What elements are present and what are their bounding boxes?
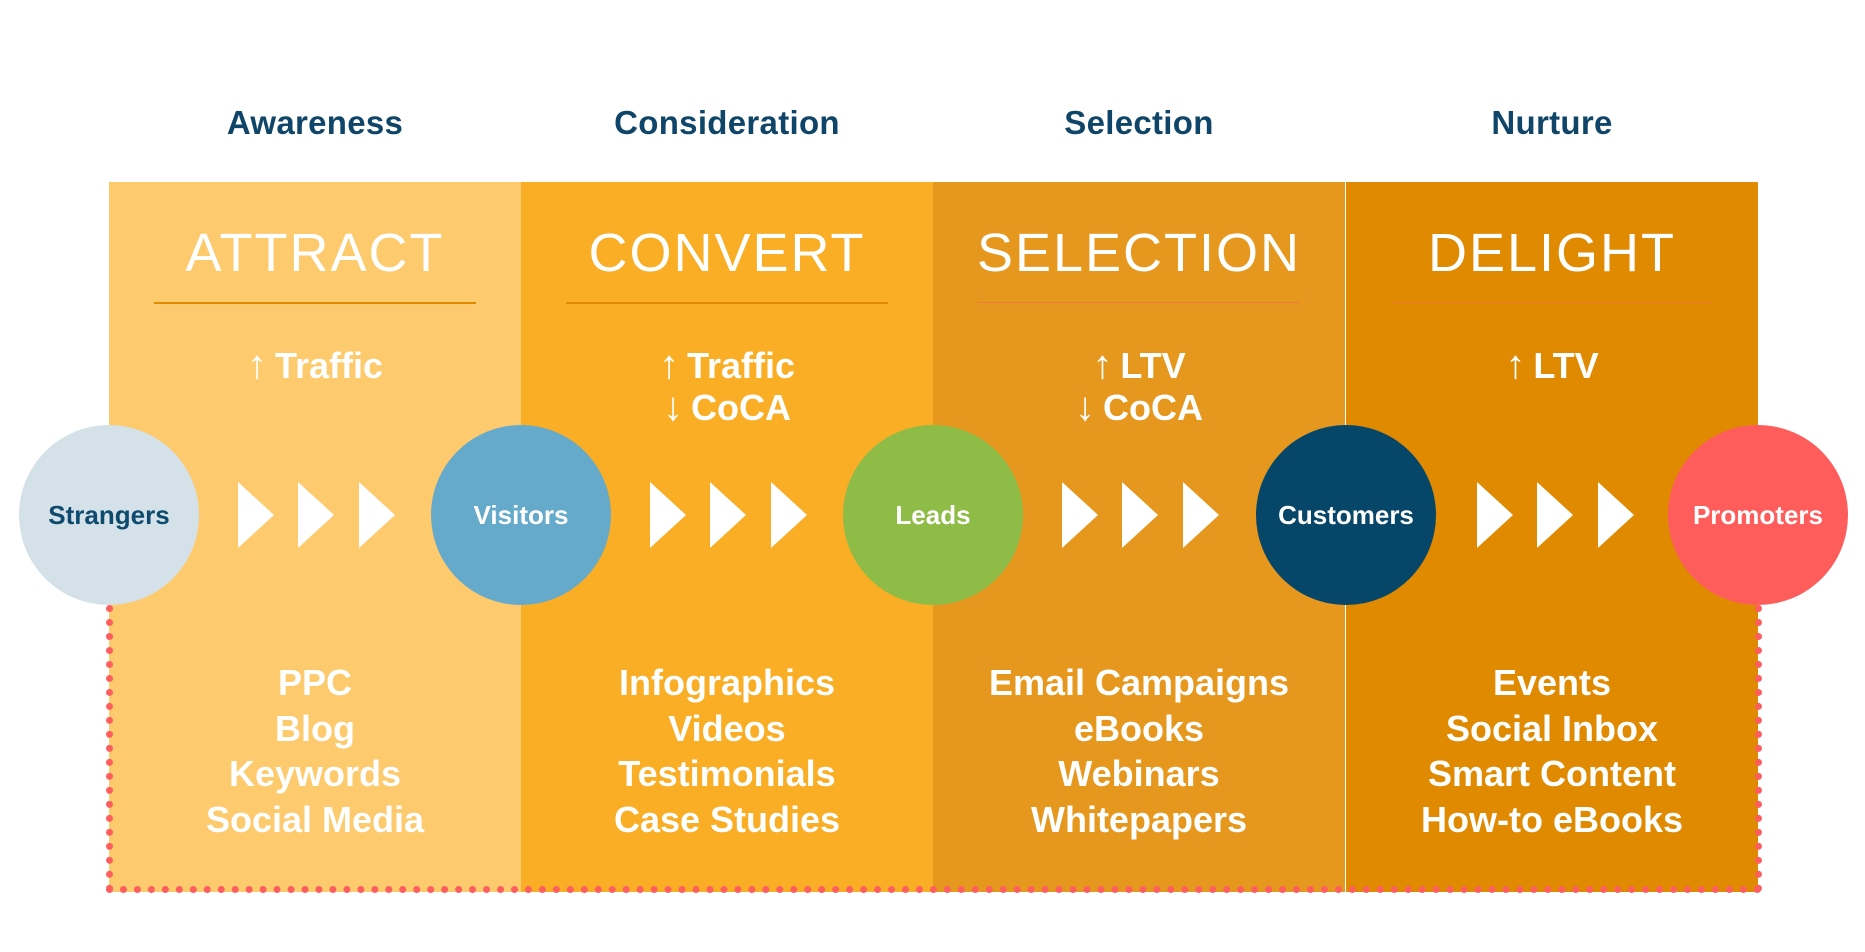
metric-label: LTV <box>1533 345 1599 386</box>
title-convert: CONVERT <box>588 223 866 283</box>
stage-header-consideration: Consideration <box>614 104 840 141</box>
stage-header-nurture: Nurture <box>1491 104 1613 141</box>
node-label: Customers <box>1278 499 1414 530</box>
node-visitors: Visitors <box>431 425 611 605</box>
tactic-item: Keywords <box>228 753 402 794</box>
title-attract: ATTRACT <box>185 223 445 283</box>
chevron-right-icon <box>298 482 334 548</box>
title-selection: SELECTION <box>976 223 1302 283</box>
tactic-item: Testimonials <box>618 753 836 794</box>
tactic-item: Whitepapers <box>1030 798 1248 840</box>
metric-line: ↑ Traffic <box>109 344 521 387</box>
metric-label: CoCA <box>691 387 791 428</box>
metric-label: LTV <box>1120 345 1186 386</box>
node-promoters: Promoters <box>1668 425 1848 605</box>
title-underline <box>1391 302 1713 303</box>
chevron-right-icon <box>238 482 274 548</box>
tactic-item: Email Campaigns <box>988 662 1290 703</box>
metric-label: Traffic <box>686 345 796 386</box>
chevron-right-icon <box>710 482 746 548</box>
tactic-item: PPC <box>277 662 353 703</box>
tactic-item: Webinars <box>1058 753 1220 794</box>
node-label: Visitors <box>473 499 569 530</box>
tactics-delight: Events Social Inbox Smart Content How-to… <box>1346 660 1758 842</box>
node-leads: Leads <box>843 425 1023 605</box>
chevron-right-icon <box>1122 482 1158 548</box>
tactic-item: Infographics <box>618 662 836 703</box>
node-customers: Customers <box>1256 425 1436 605</box>
dotted-border-left <box>106 605 113 892</box>
dotted-border-right <box>1755 605 1762 892</box>
metric-line: ↑ Traffic <box>521 344 933 387</box>
arrow-down-icon: ↓ <box>663 385 683 429</box>
title-delight: DELIGHT <box>1427 223 1677 283</box>
tactic-item: eBooks <box>1073 707 1205 749</box>
tactics-selection: Email Campaigns eBooks Webinars Whitepap… <box>933 660 1345 842</box>
chevron-right-icon <box>1598 482 1634 548</box>
title-underline <box>566 302 888 304</box>
arrow-up-icon: ↑ <box>246 343 267 387</box>
dotted-border-bottom <box>106 886 1762 893</box>
tactic-item: How-to eBooks <box>1420 798 1683 840</box>
tactic-item: Blog <box>275 707 355 749</box>
node-label: Strangers <box>48 499 170 530</box>
arrow-up-icon: ↑ <box>1505 343 1526 387</box>
metric-label: Traffic <box>274 345 384 386</box>
tactics-convert: Infographics Videos Testimonials Case St… <box>521 660 933 842</box>
metric-label: CoCA <box>1103 387 1203 428</box>
chevron-right-icon <box>1477 482 1513 548</box>
chevron-right-icon <box>359 482 395 548</box>
title-underline <box>978 302 1300 303</box>
metric-line: ↓ CoCA <box>521 386 933 429</box>
title-underline <box>154 302 476 304</box>
tactic-item: Videos <box>668 707 786 749</box>
metric-line: ↑ LTV <box>933 344 1345 387</box>
tactic-item: Social Inbox <box>1445 707 1659 749</box>
stage-header-selection: Selection <box>1064 104 1214 141</box>
tactic-item: Events <box>1492 662 1612 703</box>
metric-line: ↓ CoCA <box>933 386 1345 429</box>
chevron-right-icon <box>1537 482 1573 548</box>
metric-line: ↑ LTV <box>1346 344 1758 387</box>
arrow-up-icon: ↑ <box>658 343 679 387</box>
node-strangers: Strangers <box>19 425 199 605</box>
tactic-item: Social Media <box>205 798 425 840</box>
node-label: Leads <box>895 499 971 530</box>
arrow-up-icon: ↑ <box>1092 343 1113 387</box>
tactics-attract: PPC Blog Keywords Social Media <box>109 660 521 842</box>
chevron-right-icon <box>771 482 807 548</box>
tactic-item: Case Studies <box>613 798 841 840</box>
node-label: Promoters <box>1692 499 1824 530</box>
arrow-down-icon: ↓ <box>1075 385 1095 429</box>
chevron-right-icon <box>1183 482 1219 548</box>
chevron-right-icon <box>1062 482 1098 548</box>
chevron-right-icon <box>650 482 686 548</box>
stage-header-awareness: Awareness <box>226 104 404 141</box>
tactic-item: Smart Content <box>1427 753 1676 794</box>
